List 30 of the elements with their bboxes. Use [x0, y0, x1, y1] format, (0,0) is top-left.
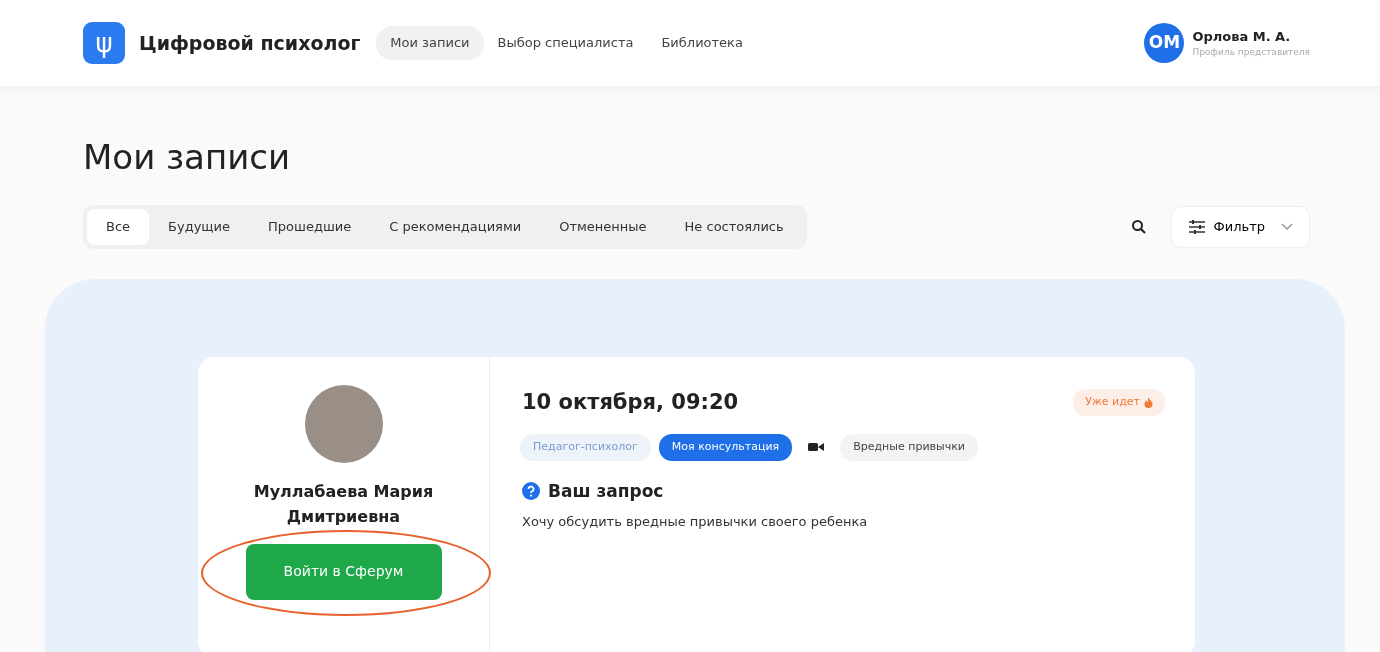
- request-title: Ваш запрос: [548, 479, 664, 503]
- brand-name: Цифровой психолог: [139, 30, 361, 56]
- filter-tab[interactable]: Все: [87, 209, 150, 245]
- nav-tab[interactable]: Мои записи: [376, 26, 484, 60]
- user-name: Орлова М. А.: [1192, 27, 1292, 46]
- request-text: Хочу обсудить вредные привычки своего ребенка: [522, 513, 869, 531]
- page-title: Мои записи: [83, 136, 292, 179]
- appointment-datetime: 10 октября, 09:20: [522, 388, 739, 416]
- filter-tab[interactable]: Будущие: [149, 209, 250, 245]
- filter-tab[interactable]: Отмененные: [540, 209, 666, 245]
- logo-icon: ψ: [83, 22, 125, 64]
- status-badge: Уже идет: [1073, 389, 1165, 416]
- nav-tab[interactable]: Выбор специалиста: [483, 26, 648, 60]
- filter-button[interactable]: Фильтр: [1170, 206, 1310, 248]
- camera-icon: [808, 442, 825, 453]
- user-role: Профиль представителя: [1192, 46, 1310, 59]
- flame-icon: [1144, 396, 1153, 408]
- tag: Педагог-психолог: [520, 434, 651, 461]
- filter-tab[interactable]: Прошедшие: [249, 209, 371, 245]
- caret-icon: [1281, 222, 1293, 231]
- nav-tab[interactable]: Библиотека: [647, 26, 757, 60]
- specialist-name: Муллабаева Мария Дмитриевна: [252, 480, 435, 529]
- user-avatar[interactable]: ОМ: [1144, 23, 1185, 63]
- question-icon: [522, 482, 540, 501]
- filter-tab[interactable]: Не состоялись: [665, 209, 803, 245]
- sliders-icon: [1187, 218, 1206, 235]
- search-icon[interactable]: [1130, 218, 1147, 235]
- tag: Моя консультация: [658, 434, 793, 461]
- tag: Вредные привычки: [840, 434, 978, 461]
- filter-tab[interactable]: С рекомендациями: [370, 209, 541, 245]
